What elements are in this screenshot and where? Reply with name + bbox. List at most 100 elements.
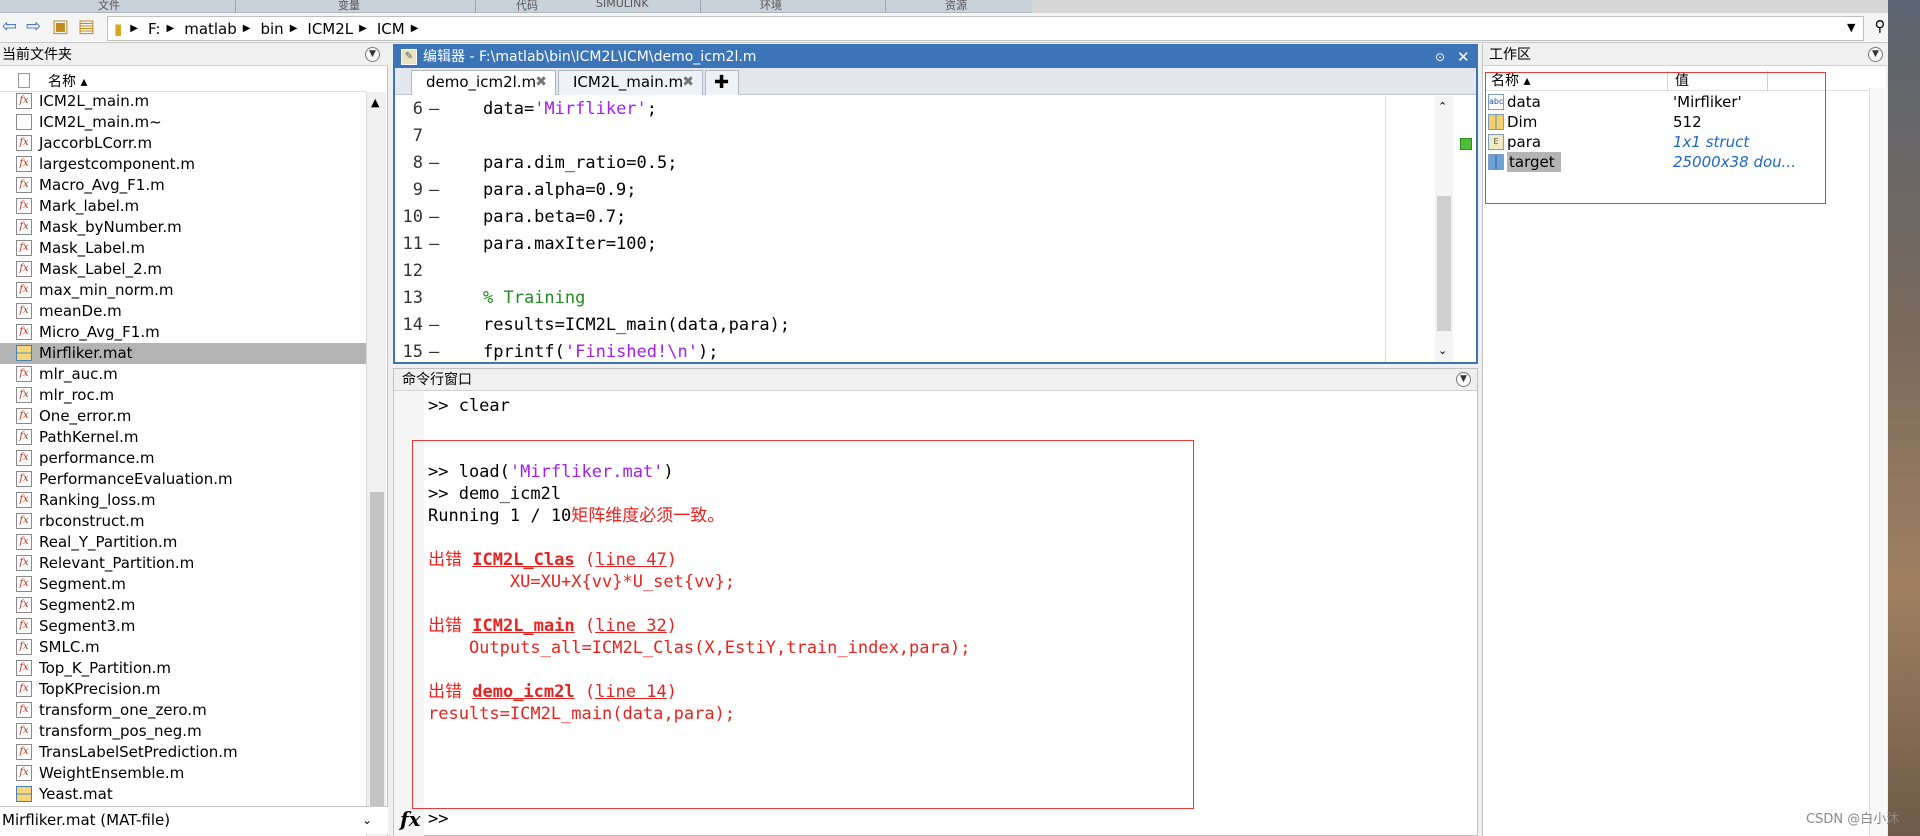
file-row[interactable]: fx mlr_roc.m bbox=[0, 385, 366, 406]
file-column-header[interactable]: 名称 ▴ bbox=[0, 70, 366, 92]
code-line[interactable]: 14 — results=ICM2L_main(data,para); bbox=[395, 312, 1453, 339]
file-row[interactable]: fx Mask_byNumber.m bbox=[0, 217, 366, 238]
name-column-label[interactable]: 名称 ▴ bbox=[48, 71, 87, 91]
editor-scrollbar[interactable]: ⌃ ⌄ bbox=[1435, 96, 1453, 362]
file-row[interactable]: fx rbconstruct.m bbox=[0, 511, 366, 532]
file-row[interactable]: fx Segment.m bbox=[0, 574, 366, 595]
editor-menu-icon[interactable]: ⊙ bbox=[1435, 46, 1445, 68]
file-row[interactable]: fx TransLabelSetPrediction.m bbox=[0, 742, 366, 763]
scrollbar-thumb[interactable] bbox=[370, 492, 384, 827]
breakpoint-dash[interactable]: — bbox=[429, 231, 439, 258]
breakpoint-dash[interactable]: — bbox=[429, 339, 439, 362]
new-tab-button[interactable]: ✚ bbox=[705, 70, 739, 95]
chevron-down-icon[interactable]: ⌄ bbox=[362, 807, 372, 833]
panel-menu-icon[interactable]: ▼ bbox=[1868, 47, 1883, 62]
code-text: >> clear bbox=[428, 396, 510, 416]
panel-menu-icon[interactable]: ▼ bbox=[1456, 372, 1471, 387]
ribbon-tab-simulink[interactable]: SIMULINK bbox=[596, 0, 649, 10]
file-row[interactable]: fx performance.m bbox=[0, 448, 366, 469]
file-row[interactable]: fx transform_one_zero.m bbox=[0, 700, 366, 721]
panel-menu-icon[interactable]: ▼ bbox=[365, 47, 380, 62]
code-line[interactable]: 9 — para.alpha=0.9; bbox=[395, 177, 1453, 204]
scroll-up-icon[interactable]: ⌃ bbox=[1438, 100, 1447, 113]
breakpoint-dash[interactable]: — bbox=[429, 96, 439, 123]
tab-close-icon[interactable]: ✖ bbox=[535, 71, 547, 94]
file-row[interactable]: fx Mask_Label.m bbox=[0, 238, 366, 259]
file-row[interactable]: fx PathKernel.m bbox=[0, 427, 366, 448]
m-file-icon: fx bbox=[16, 660, 32, 676]
file-row[interactable]: fx Segment2.m bbox=[0, 595, 366, 616]
file-row[interactable]: fx mlr_auc.m bbox=[0, 364, 366, 385]
file-row[interactable]: fx WeightEnsemble.m bbox=[0, 763, 366, 784]
code-line[interactable]: 12 bbox=[395, 258, 1453, 285]
tab-label: demo_icm2l.m bbox=[426, 73, 537, 91]
path-segment-matlab[interactable]: matlab bbox=[184, 20, 237, 38]
file-row[interactable]: fx Macro_Avg_F1.m bbox=[0, 175, 366, 196]
file-row[interactable]: ICM2L_main.m~ bbox=[0, 112, 366, 133]
code-text: para.alpha=0.9; bbox=[483, 180, 637, 200]
file-row[interactable]: fx max_min_norm.m bbox=[0, 280, 366, 301]
file-row[interactable]: fx Mask_Label_2.m bbox=[0, 259, 366, 280]
string-literal: 'Finished!\n' bbox=[564, 342, 698, 362]
file-row[interactable]: fx Micro_Avg_F1.m bbox=[0, 322, 366, 343]
file-row[interactable]: fx TopKPrecision.m bbox=[0, 679, 366, 700]
breakpoint-dash[interactable]: — bbox=[429, 177, 439, 204]
tab-close-icon[interactable]: ✖ bbox=[682, 71, 694, 94]
file-row[interactable]: fx meanDe.m bbox=[0, 301, 366, 322]
path-segment-bin[interactable]: bin bbox=[260, 20, 283, 38]
scrollbar-thumb[interactable] bbox=[1437, 196, 1451, 331]
code-line[interactable]: 7 bbox=[395, 123, 1453, 150]
file-row[interactable]: fx Top_K_Partition.m bbox=[0, 658, 366, 679]
file-row[interactable]: fx Mark_label.m bbox=[0, 196, 366, 217]
path-segment-icm[interactable]: ICM bbox=[377, 20, 405, 38]
file-list-scrollbar[interactable]: ▲ bbox=[366, 92, 386, 836]
scroll-down-icon[interactable]: ⌄ bbox=[1438, 344, 1447, 357]
back-arrow-icon[interactable]: ⇦ bbox=[2, 18, 17, 36]
file-row[interactable]: fx PerformanceEvaluation.m bbox=[0, 469, 366, 490]
breakpoint-dash[interactable]: — bbox=[429, 204, 439, 231]
code-line[interactable]: 15 — fprintf('Finished!\n'); bbox=[395, 339, 1453, 362]
browse-folder-icon[interactable]: ▤ bbox=[78, 18, 95, 36]
ribbon-tab-code[interactable]: 代码 bbox=[516, 0, 538, 12]
ribbon-tab-variable[interactable]: 变量 bbox=[338, 0, 360, 12]
code-line[interactable]: 8 — para.dim_ratio=0.5; bbox=[395, 150, 1453, 177]
code-analyzer-ok-icon[interactable] bbox=[1460, 138, 1472, 150]
file-row[interactable]: fx ICM2L_main.m bbox=[0, 91, 366, 112]
forward-arrow-icon[interactable]: ⇨ bbox=[26, 18, 41, 36]
path-dropdown-icon[interactable]: ▼ bbox=[1847, 21, 1855, 34]
file-row[interactable]: fx Segment3.m bbox=[0, 616, 366, 637]
workspace-scrollbar[interactable] bbox=[1869, 88, 1887, 836]
file-row[interactable]: Mirfliker.mat bbox=[0, 343, 366, 364]
file-row[interactable]: fx Ranking_loss.m bbox=[0, 490, 366, 511]
file-row[interactable]: fx transform_pos_neg.m bbox=[0, 721, 366, 742]
file-row[interactable]: fx Relevant_Partition.m bbox=[0, 553, 366, 574]
code-line[interactable]: 11 — para.maxIter=100; bbox=[395, 231, 1453, 258]
up-folder-icon[interactable]: ▣ bbox=[52, 18, 69, 36]
tab-icm2l-main[interactable]: ICM2L_main.m ✖ bbox=[558, 70, 703, 95]
tab-demo-icm2l[interactable]: demo_icm2l.m ✖ bbox=[411, 70, 556, 95]
file-row[interactable]: fx largestcomponent.m bbox=[0, 154, 366, 175]
file-row[interactable]: fx One_error.m bbox=[0, 406, 366, 427]
path-segment-icm2l[interactable]: ICM2L bbox=[307, 20, 353, 38]
file-row[interactable]: fx JaccorbLCorr.m bbox=[0, 133, 366, 154]
m-file-icon: fx bbox=[16, 156, 32, 172]
function-browser-icon[interactable]: fx bbox=[400, 806, 421, 832]
code-line[interactable]: 10 — para.beta=0.7; bbox=[395, 204, 1453, 231]
file-name: rbconstruct.m bbox=[39, 512, 145, 530]
file-row[interactable]: Yeast.mat bbox=[0, 784, 366, 805]
breakpoint-dash[interactable]: — bbox=[429, 150, 439, 177]
ribbon-tab-file[interactable]: 文件 bbox=[98, 0, 120, 12]
path-field[interactable]: ▮ ▶ F: ▶ matlab ▶ bin ▶ ICM2L ▶ ICM ▶ bbox=[107, 16, 1864, 41]
scroll-up-icon[interactable]: ▲ bbox=[371, 96, 379, 109]
ribbon-tab-environment[interactable]: 环境 bbox=[760, 0, 782, 12]
close-icon[interactable]: ✕ bbox=[1457, 46, 1470, 68]
file-row[interactable]: fx Real_Y_Partition.m bbox=[0, 532, 366, 553]
code-area[interactable]: 6 — data='Mirfliker'; 7 8 — para.dim_ratio=0.5… bbox=[395, 96, 1453, 362]
code-line[interactable]: 13 % Training bbox=[395, 285, 1453, 312]
file-row[interactable]: fx SMLC.m bbox=[0, 637, 366, 658]
code-line[interactable]: 6 — data='Mirfliker'; bbox=[395, 96, 1453, 123]
path-segment-drive[interactable]: F: bbox=[148, 20, 161, 38]
file-details-bar[interactable]: Mirfliker.mat (MAT-file) ⌄ bbox=[0, 806, 388, 834]
breakpoint-dash[interactable]: — bbox=[429, 312, 439, 339]
ribbon-tab-resources[interactable]: 资源 bbox=[945, 0, 967, 12]
